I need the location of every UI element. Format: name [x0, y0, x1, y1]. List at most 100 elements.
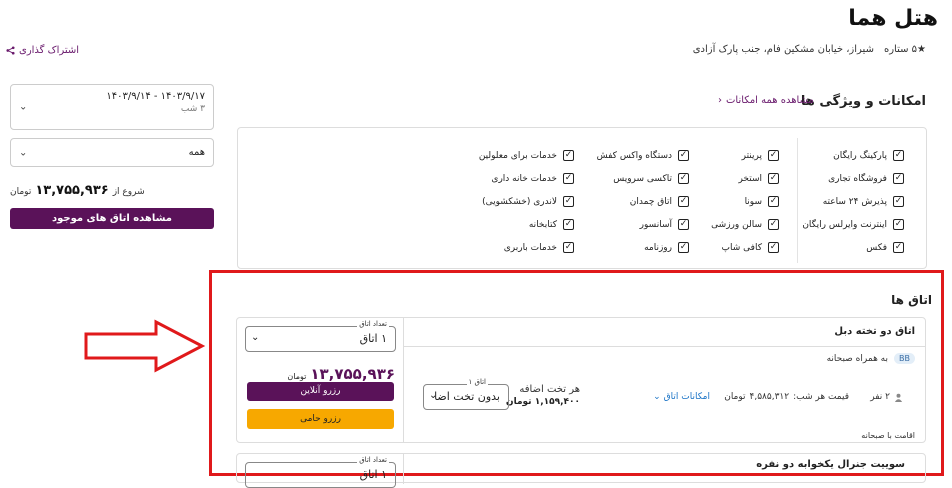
amenity-item: ✓ تاکسی سرویس — [597, 171, 689, 186]
extra-bed-label: هر تخت اضافه — [519, 384, 580, 395]
amenity-label: اینترنت وایرلس رایگان — [802, 219, 887, 230]
room-card: سوییت جنرال یکخوابه دو نفره تعداد اتاق ۱… — [236, 453, 926, 488]
guests-select[interactable]: همه ⌄ — [10, 138, 214, 167]
rooms-heading: اتاق ها — [891, 293, 932, 307]
view-all-amenities-link[interactable]: مشاهده همه امکانات ‹ — [718, 95, 814, 106]
room-capacity: ۲ نفر — [870, 392, 903, 402]
checkbox-checked-icon: ✓ — [563, 196, 574, 207]
amenity-item: ✓ کتابخانه — [479, 217, 574, 232]
start-price-value: ۱۳,۷۵۵,۹۳۶ — [35, 183, 109, 198]
hotel-info: ★۵ ستاره شیراز، خیابان مشکین فام، جنب پا… — [693, 44, 926, 55]
chevron-down-icon: ⌄ — [19, 147, 28, 158]
room-count-select[interactable]: تعداد اتاق ۱ اتاق ⌄ — [245, 320, 396, 352]
amenity-label: خدمات باربری — [503, 242, 557, 253]
amenity-item: ✓ روزنامه — [597, 240, 689, 255]
amenity-label: پارکینگ رایگان — [833, 150, 887, 161]
amenity-item: ✓ پرینتر — [711, 148, 779, 163]
amenity-item: ✓ خدمات باربری — [479, 240, 574, 255]
amenity-item: ✓ لاندری (خشکشویی) — [479, 194, 574, 209]
chevron-left-icon: ‹ — [718, 95, 722, 106]
amenities-column-3: ✓ دستگاه واکس کفش ✓ تاکسی سرویس ✓ اتاق چمدان ✓… — [597, 148, 689, 255]
checkbox-checked-icon: ✓ — [563, 242, 574, 253]
amenity-item: ✓ اتاق چمدان — [597, 194, 689, 209]
amenity-label: پرینتر — [741, 150, 762, 161]
nights-count: ۳ شب — [180, 104, 205, 114]
board-badge: BB — [894, 353, 915, 364]
room-facilities-link[interactable]: امکانات اتاق ⌄ — [653, 392, 710, 402]
amenity-label: کافی شاپ — [721, 242, 762, 253]
amenities-box: ✓ پارکینگ رایگان ✓ فروشگاه تجاری ✓ پذیرش ۲۴ س… — [237, 127, 927, 269]
amenity-label: فروشگاه تجاری — [828, 173, 887, 184]
extra-bed-select-legend: اتاق ۱ — [466, 378, 488, 386]
amenity-label: سالن ورزشی — [711, 219, 762, 230]
amenities-column-4: ✓ خدمات برای معلولین ✓ خدمات خانه داری ✓ لاند… — [479, 148, 574, 255]
amenity-item: ✓ پذیرش ۲۴ ساعته — [802, 194, 904, 209]
room-count-value: ۱ اتاق — [359, 468, 387, 481]
hotel-address: شیراز، خیابان مشکین فام، جنب پارک آزادی — [692, 44, 874, 55]
extra-bed-price: ۱,۱۵۹,۴۰۰ تومان — [505, 397, 580, 407]
amenity-item: ✓ سونا — [711, 194, 779, 209]
person-icon — [894, 393, 903, 402]
checkbox-checked-icon: ✓ — [768, 219, 779, 230]
checkbox-checked-icon: ✓ — [678, 173, 689, 184]
view-all-label: مشاهده همه امکانات — [726, 95, 814, 106]
checkbox-checked-icon: ✓ — [768, 242, 779, 253]
amenity-item: ✓ آسانسور — [597, 217, 689, 232]
amenity-label: تاکسی سرویس — [613, 173, 672, 184]
amenities-column-1: ✓ پارکینگ رایگان ✓ فروشگاه تجاری ✓ پذیرش ۲۴ س… — [802, 148, 904, 255]
star-icon: ★ — [917, 44, 926, 55]
share-icon — [6, 46, 15, 55]
start-from-label: شروع از — [112, 187, 145, 197]
checkbox-checked-icon: ✓ — [678, 219, 689, 230]
checkbox-checked-icon: ✓ — [563, 219, 574, 230]
divider — [797, 138, 798, 263]
amenities-column-2: ✓ پرینتر ✓ استخر ✓ سونا ✓ سالن ورزشی ✓ کافی شاپ — [711, 148, 779, 255]
amenity-label: دستگاه واکس کفش — [596, 150, 672, 161]
checkbox-checked-icon: ✓ — [893, 219, 904, 230]
room-booking-panel: تعداد اتاق ۱ اتاق ⌄ ۱۳,۷۵۵,۹۳۶ تومان رزر… — [237, 318, 404, 442]
total-price-value: ۱۳,۷۵۵,۹۳۶ — [310, 365, 395, 383]
currency-label: تومان — [10, 187, 32, 197]
reserve-hami-button[interactable]: رزرو حامی — [247, 409, 394, 429]
room-facilities-label: امکانات اتاق — [663, 392, 710, 402]
amenity-label: استخر — [738, 173, 762, 184]
arrow-right-icon — [84, 319, 206, 373]
reserve-online-button[interactable]: رزرو آنلاین — [247, 382, 394, 401]
chevron-down-icon: ⌄ — [429, 390, 438, 401]
amenity-label: کتابخانه — [528, 219, 557, 230]
checkbox-checked-icon: ✓ — [893, 242, 904, 253]
nightly-price-value: ۴,۵۸۵,۳۱۲ — [749, 392, 790, 402]
extra-bed-select[interactable]: اتاق ۱ بدون تخت اضا ⌄ — [423, 378, 509, 410]
room-count-select[interactable]: تعداد اتاق ۱ اتاق — [245, 456, 396, 488]
board-type: BB به همراه صبحانه — [827, 353, 915, 364]
checkbox-checked-icon: ✓ — [768, 173, 779, 184]
amenity-item: ✓ فکس — [802, 240, 904, 255]
room-title: اتاق دو تخته دبل — [834, 326, 915, 337]
amenities-heading: امکانات و ویژگی ها — [800, 94, 926, 109]
nightly-price-label: قیمت هر شب: — [793, 392, 849, 402]
hotel-title: هتل هما — [848, 6, 938, 31]
amenity-label: پذیرش ۲۴ ساعته — [822, 196, 887, 207]
star-rating: ★۵ ستاره — [883, 44, 926, 55]
share-button[interactable]: اشتراک گذاری — [6, 45, 79, 56]
room-count-legend: تعداد اتاق — [357, 456, 389, 464]
checkbox-checked-icon: ✓ — [678, 242, 689, 253]
date-range-picker[interactable]: ۱۴۰۳/۹/۱۴ - ۱۴۰۳/۹/۱۷ ۳ شب ⌄ — [10, 84, 214, 130]
room-count-value: ۱ اتاق — [359, 332, 387, 345]
room-count-legend: تعداد اتاق — [357, 320, 389, 328]
amenity-label: خدمات خانه داری — [491, 173, 557, 184]
checkbox-checked-icon: ✓ — [893, 173, 904, 184]
room-header: اتاق دو تخته دبل — [404, 318, 925, 347]
amenity-item: ✓ خدمات برای معلولین — [479, 148, 574, 163]
room-card: اتاق دو تخته دبل BB به همراه صبحانه ۲ نف… — [236, 317, 926, 443]
amenity-item: ✓ سالن ورزشی — [711, 217, 779, 232]
chevron-down-icon: ⌄ — [251, 332, 260, 343]
starting-price: شروع از ۱۳,۷۵۵,۹۳۶ تومان — [10, 183, 214, 198]
board-label: به همراه صبحانه — [826, 353, 889, 364]
amenity-item: ✓ اینترنت وایرلس رایگان — [802, 217, 904, 232]
view-rooms-button[interactable]: مشاهده اتاق های موجود — [10, 208, 214, 229]
people-count: ۲ نفر — [870, 392, 890, 402]
amenity-item: ✓ خدمات خانه داری — [479, 171, 574, 186]
checkbox-checked-icon: ✓ — [768, 150, 779, 161]
amenity-item: ✓ استخر — [711, 171, 779, 186]
